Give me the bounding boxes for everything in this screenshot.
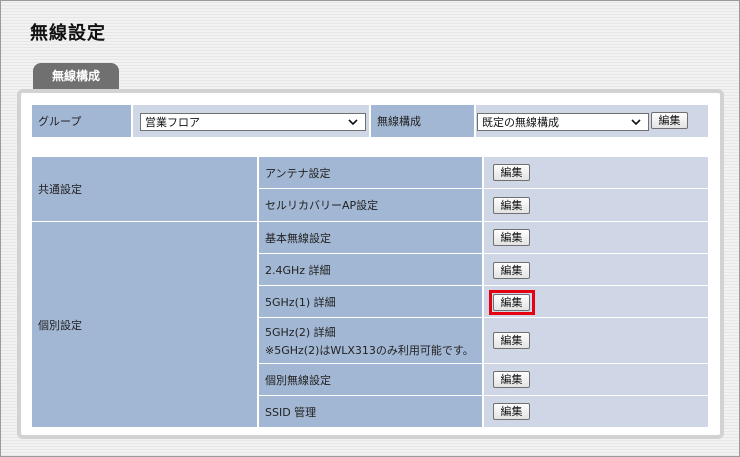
ssid-manage-edit-button[interactable]: 編集 (493, 403, 530, 420)
wireless-config-label: 無線構成 (377, 115, 421, 128)
section-label-individual: 個別設定 (38, 318, 82, 332)
section-label-cell-common: 共通設定 (32, 157, 257, 221)
item-name: 個別無線設定 (265, 373, 331, 387)
group-select[interactable]: 営業フロア (140, 113, 366, 131)
5ghz2-edit-button[interactable]: 編集 (493, 332, 530, 349)
individual-wireless-edit-button[interactable]: 編集 (493, 371, 530, 388)
item-name: 5GHz(1) 詳細 (265, 295, 336, 309)
section-label-cell-individual: 個別設定 (32, 222, 257, 427)
item-name: アンテナ設定 (265, 166, 331, 180)
highlight-box (489, 290, 535, 315)
section-label-common: 共通設定 (38, 183, 82, 196)
antenna-edit-button[interactable]: 編集 (493, 164, 530, 181)
cell-recovery-edit-button[interactable]: 編集 (493, 197, 530, 214)
wireless-config-label-cell: 無線構成 (371, 105, 474, 137)
item-name: 5GHz(2) 詳細 (265, 325, 336, 339)
2-4ghz-edit-button[interactable]: 編集 (493, 262, 530, 279)
item-name: 基本無線設定 (265, 231, 331, 245)
group-label-cell: グループ (32, 105, 131, 137)
item-name-cell: SSID 管理 (259, 396, 482, 427)
group-label: グループ (38, 115, 82, 128)
wireless-config-select[interactable]: 既定の無線構成 (477, 113, 649, 131)
wireless-config-edit-button[interactable]: 編集 (651, 112, 688, 129)
item-note: ※5GHz(2)はWLX313のみ利用可能です。 (265, 343, 474, 357)
item-name: 2.4GHz 詳細 (265, 263, 331, 277)
item-name-cell: 個別無線設定 (259, 364, 482, 395)
basic-wireless-edit-button[interactable]: 編集 (493, 229, 530, 246)
item-name-cell: 2.4GHz 詳細 (259, 254, 482, 285)
item-name-cell: アンテナ設定 (259, 157, 482, 188)
item-name: SSID 管理 (265, 405, 317, 419)
page-title: 無線設定 (30, 23, 106, 44)
item-name-cell: 5GHz(1) 詳細 (259, 286, 482, 317)
item-name-cell: セルリカバリーAP設定 (259, 189, 482, 221)
item-name-cell: 基本無線設定 (259, 222, 482, 253)
tab-wireless-config[interactable]: 無線構成 (33, 63, 119, 89)
item-name-cell: 5GHz(2) 詳細 ※5GHz(2)はWLX313のみ利用可能です。 (259, 318, 482, 363)
item-name: セルリカバリーAP設定 (265, 199, 379, 212)
